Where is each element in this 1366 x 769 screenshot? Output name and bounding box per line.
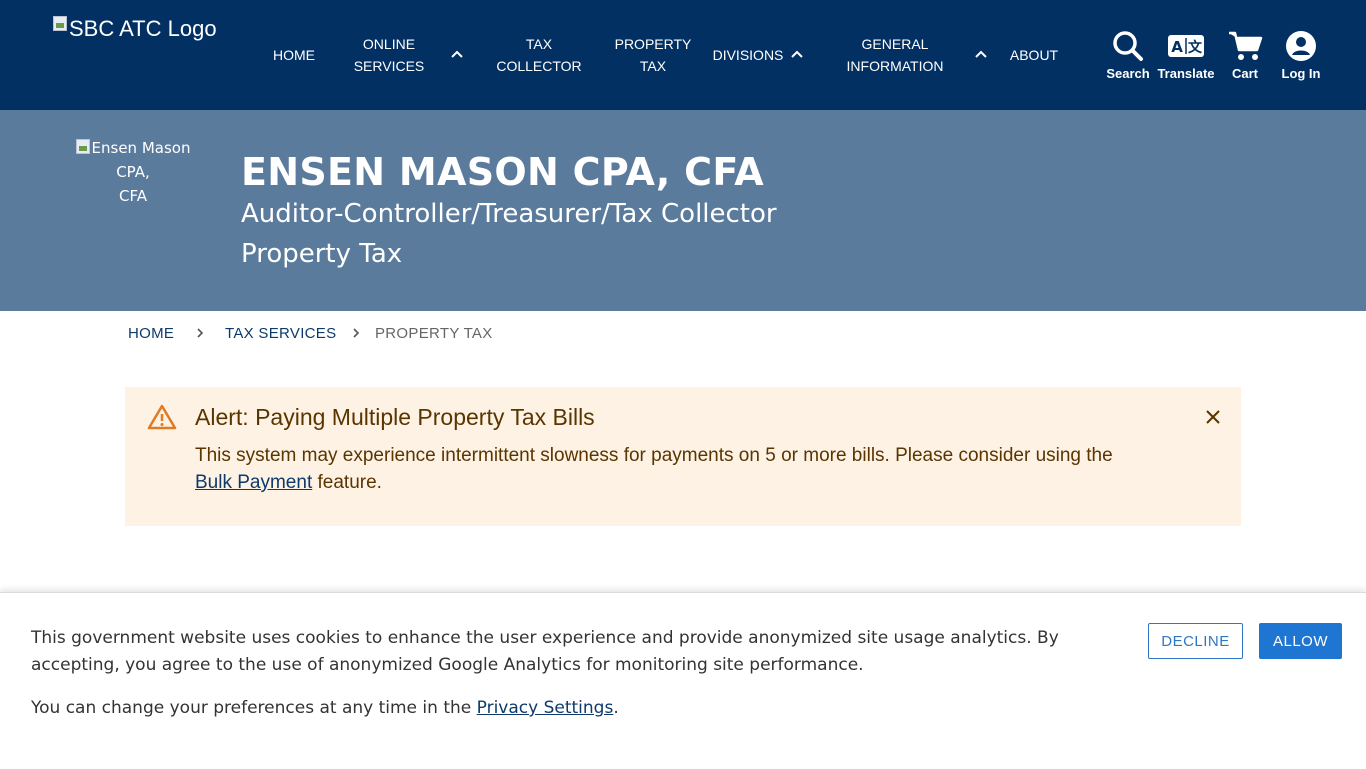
site-logo[interactable]: SBC ATC Logo [53, 16, 217, 42]
cart-button[interactable]: Cart [1215, 30, 1275, 81]
official-portrait-image: Ensen Mason CPA, CFA [57, 136, 209, 208]
alert-message: This system may experience intermittent … [195, 445, 1113, 493]
nav-tax-collector[interactable]: TAX COLLECTOR [494, 0, 584, 110]
translate-button[interactable]: A 文 Translate [1156, 30, 1216, 81]
alert-banner: Alert: Paying Multiple Property Tax Bill… [125, 387, 1241, 526]
broken-image-icon [75, 139, 90, 154]
hero-banner: Ensen Mason CPA, CFA ENSEN MASON CPA, CF… [0, 110, 1366, 311]
bulk-payment-link[interactable]: Bulk Payment [195, 472, 312, 493]
top-navigation-bar: SBC ATC Logo HOME ONLINE SERVICES TAX COLL… [0, 0, 1366, 110]
warning-icon [147, 404, 177, 430]
cart-icon [1229, 31, 1263, 60]
chevron-right-icon [197, 328, 204, 338]
alert-title: Alert: Paying Multiple Property Tax Bill… [195, 404, 595, 430]
breadcrumb-home[interactable]: HOME [128, 325, 174, 342]
nav-home[interactable]: HOME [264, 0, 324, 110]
portrait-alt-line1: Ensen Mason CPA, [91, 139, 191, 181]
official-name: ENSEN MASON CPA, CFA [241, 150, 764, 194]
portrait-alt-line2: CFA [119, 187, 147, 205]
nav-general-information[interactable]: GENERAL INFORMATION [838, 0, 952, 110]
search-button[interactable]: Search [1098, 30, 1158, 81]
login-button[interactable]: Log In [1271, 30, 1331, 81]
section-title: Property Tax [241, 239, 403, 269]
search-icon [1113, 31, 1143, 61]
chevron-up-icon[interactable] [973, 46, 989, 62]
nav-online-services[interactable]: ONLINE SERVICES [346, 0, 432, 110]
chevron-up-icon[interactable] [789, 46, 805, 62]
cookie-message: This government website uses cookies to … [31, 628, 1059, 675]
allow-button[interactable]: ALLOW [1259, 623, 1342, 659]
breadcrumb-tax-services[interactable]: TAX SERVICES [225, 325, 336, 342]
nav-property-tax[interactable]: PROPERTY TAX [610, 0, 696, 110]
decline-button[interactable]: DECLINE [1148, 623, 1243, 659]
broken-image-icon [53, 16, 67, 31]
nav-about[interactable]: ABOUT [1004, 0, 1064, 110]
translate-icon: A 文 [1168, 35, 1204, 57]
chevron-up-icon[interactable] [449, 46, 465, 62]
cookie-preferences-note: You can change your preferences at any t… [31, 698, 619, 718]
svg-text:文: 文 [1188, 39, 1203, 56]
nav-divisions[interactable]: DIVISIONS [708, 0, 788, 110]
privacy-settings-link[interactable]: Privacy Settings [477, 698, 614, 718]
breadcrumb-current: PROPERTY TAX [375, 325, 493, 342]
chevron-right-icon [353, 328, 360, 338]
svg-text:A: A [1171, 38, 1183, 56]
logo-alt-text: SBC ATC Logo [69, 16, 217, 41]
close-icon[interactable] [1203, 407, 1223, 427]
cookie-consent-banner: This government website uses cookies to … [0, 592, 1366, 769]
official-title: Auditor-Controller/Treasurer/Tax Collect… [241, 199, 777, 229]
user-account-icon [1286, 31, 1316, 61]
